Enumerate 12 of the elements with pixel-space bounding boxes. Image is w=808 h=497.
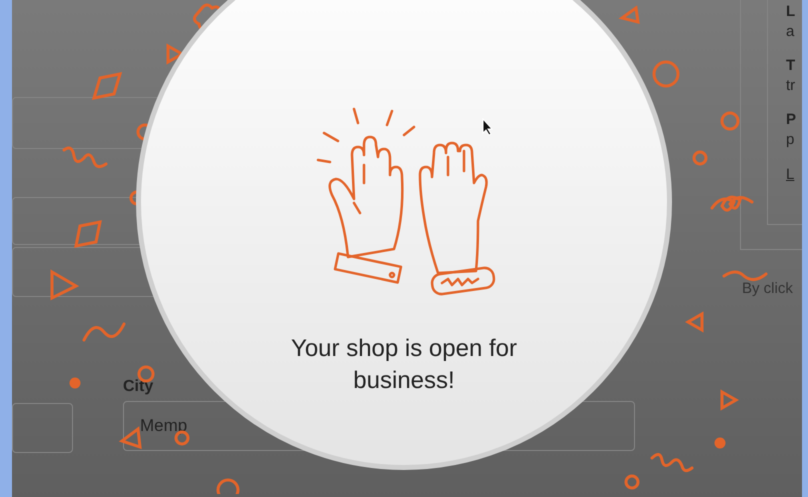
panel-heading: P (786, 110, 798, 130)
cursor-icon (482, 118, 494, 136)
input-field[interactable] (12, 403, 73, 453)
panel-text: tr (786, 76, 796, 96)
panel-heading: T (786, 56, 796, 76)
panel-link[interactable]: L (786, 164, 802, 186)
success-message: Your shop is open for business! (290, 334, 518, 396)
terms-text: By click (742, 279, 794, 299)
panel-text: p (786, 130, 796, 150)
panel-heading: L (786, 2, 796, 22)
panel-text: a (786, 22, 796, 42)
city-label: City (123, 377, 154, 397)
